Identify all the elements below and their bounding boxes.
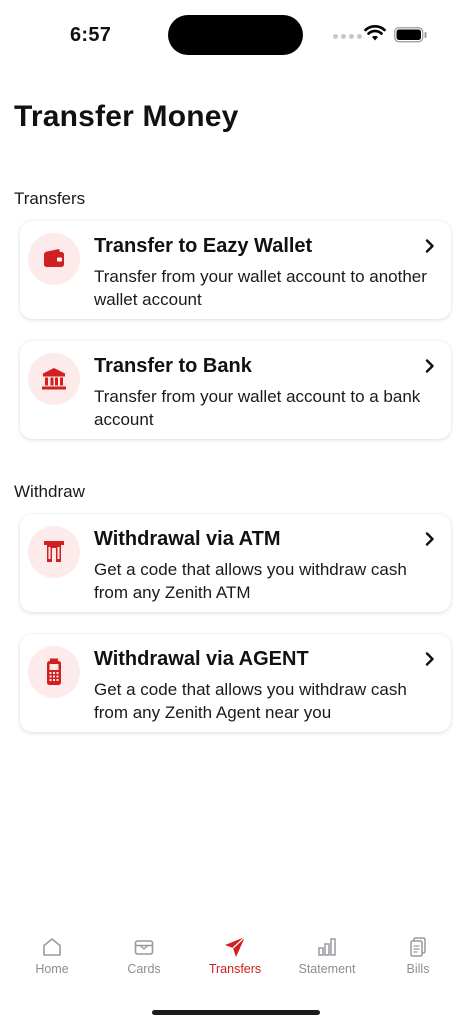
tab-transfers[interactable]: Transfers — [190, 936, 280, 976]
tab-bills[interactable]: Bills — [373, 936, 463, 976]
tab-home[interactable]: Home — [7, 936, 97, 976]
pos-terminal-icon-badge — [28, 646, 80, 698]
pos-terminal-icon — [47, 658, 61, 685]
section-label-withdraw: Withdraw — [14, 482, 85, 501]
tab-label: Transfers — [208, 962, 262, 976]
home-indicator — [152, 1010, 320, 1015]
battery-icon — [394, 27, 427, 43]
chart-icon — [318, 938, 336, 956]
bills-icon — [410, 937, 426, 957]
tab-label: Cards — [127, 962, 161, 976]
bank-icon — [42, 368, 66, 390]
wallet-icon-badge — [28, 233, 80, 285]
bottom-tab-bar: Home Cards Transfers Statement Bills — [0, 920, 471, 1024]
chevron-right-icon — [425, 359, 434, 373]
page-title: Transfer Money — [14, 100, 239, 133]
card-title: Transfer to Bank — [94, 355, 252, 377]
transfer-to-eazy-wallet-card[interactable]: Transfer to Eazy Wallet Transfer from yo… — [20, 221, 451, 319]
bank-icon-badge — [28, 353, 80, 405]
card-icon — [134, 940, 154, 955]
atm-icon — [44, 541, 64, 562]
withdrawal-via-atm-card[interactable]: Withdrawal via ATM Get a code that allow… — [20, 514, 451, 612]
card-description: Transfer from your wallet account to ano… — [94, 267, 427, 309]
home-icon — [43, 938, 61, 956]
card-title: Withdrawal via AGENT — [94, 648, 309, 670]
card-description: Transfer from your wallet account to a b… — [94, 387, 421, 429]
tab-label: Home — [35, 962, 69, 976]
send-icon — [225, 936, 246, 957]
tab-cards[interactable]: Cards — [99, 936, 189, 976]
chevron-right-icon — [425, 652, 434, 666]
transfer-to-bank-card[interactable]: Transfer to Bank Transfer from your wall… — [20, 341, 451, 439]
chevron-right-icon — [425, 532, 434, 546]
card-title: Withdrawal via ATM — [94, 528, 281, 550]
tab-label: Bills — [406, 962, 430, 976]
card-description: Get a code that allows you withdraw cash… — [94, 680, 407, 722]
status-time: 6:57 — [70, 24, 112, 46]
card-title: Transfer to Eazy Wallet — [94, 235, 313, 257]
wallet-icon — [44, 249, 64, 267]
section-label-transfers: Transfers — [14, 189, 86, 208]
dynamic-island — [168, 15, 303, 55]
withdrawal-via-agent-card[interactable]: Withdrawal via AGENT Get a code that all… — [20, 634, 451, 732]
tab-statement[interactable]: Statement — [282, 936, 372, 976]
atm-icon-badge — [28, 526, 80, 578]
chevron-right-icon — [425, 239, 434, 253]
cellular-signal-icon — [333, 34, 362, 39]
card-description: Get a code that allows you withdraw cash… — [94, 560, 407, 602]
tab-label: Statement — [298, 962, 356, 976]
status-bar: 6:57 — [0, 0, 471, 70]
wifi-icon — [364, 25, 386, 41]
